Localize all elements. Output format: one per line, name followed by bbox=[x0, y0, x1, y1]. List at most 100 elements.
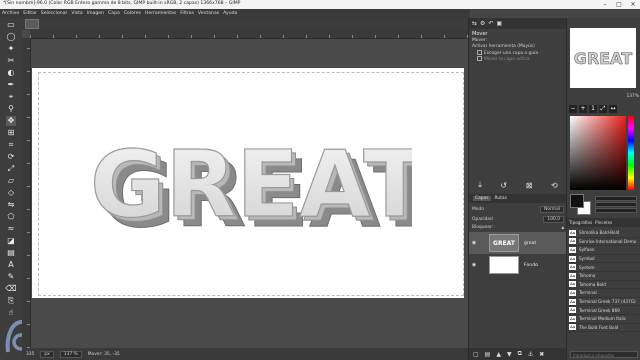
scale-icon[interactable]: ⤢ bbox=[6, 164, 16, 174]
hue-slider[interactable] bbox=[628, 116, 634, 190]
scissors-select-icon[interactable]: ✂ bbox=[6, 56, 16, 66]
paintbrush-icon[interactable]: ✎ bbox=[6, 272, 16, 282]
font-preview-icon: Aa bbox=[569, 264, 576, 271]
shear-icon[interactable]: ▱ bbox=[6, 176, 16, 186]
anchor-layer-icon[interactable]: ⚓ bbox=[528, 351, 533, 358]
font-tag-input[interactable]: introduzca etiquetas bbox=[570, 351, 638, 358]
visibility-eye-icon[interactable]: ◉ bbox=[469, 240, 479, 246]
unit-select[interactable]: px bbox=[40, 350, 54, 358]
font-item[interactable]: Aa Terminal bbox=[567, 289, 640, 298]
minimize-button[interactable]: – bbox=[598, 0, 612, 9]
undo-history-tab-icon[interactable]: ↶ bbox=[488, 20, 493, 27]
move-tool-icon[interactable]: ✥ bbox=[6, 116, 16, 126]
menu-imagen[interactable]: Imagen bbox=[87, 9, 104, 18]
zoom-select[interactable]: 137 % bbox=[59, 350, 82, 358]
reset-options-icon[interactable]: ⟲ bbox=[551, 181, 558, 190]
font-item[interactable]: Aa The Bold Font Bold bbox=[567, 324, 640, 333]
fit-width-icon[interactable]: ↔ bbox=[609, 104, 617, 113]
menu-archivo[interactable]: Archivo bbox=[2, 9, 19, 18]
eraser-icon[interactable]: ⌫ bbox=[5, 284, 16, 294]
color-picker-area[interactable] bbox=[570, 116, 626, 190]
font-item[interactable]: Aa Tahoma Bold bbox=[567, 281, 640, 290]
font-item[interactable]: Aa Terminal Greek 737 (437G) bbox=[567, 298, 640, 307]
layer-row-fondo[interactable]: ◉ Fondo bbox=[469, 254, 567, 276]
crop-icon[interactable]: ⌗ bbox=[6, 140, 16, 150]
menu-herramientas[interactable]: Herramientas bbox=[145, 9, 176, 18]
maximize-button[interactable]: □ bbox=[612, 0, 626, 9]
bucket-fill-icon[interactable]: ◪ bbox=[6, 236, 16, 246]
text-tool-icon[interactable]: A bbox=[6, 260, 16, 270]
zoom-fit-icon[interactable]: ⤢ bbox=[599, 104, 607, 113]
delete-options-icon[interactable]: ⊠ bbox=[526, 181, 533, 190]
device-status-tab-icon[interactable]: ⚙ bbox=[480, 20, 485, 27]
font-item[interactable]: Aa Shmolika Bold-Bold bbox=[567, 229, 640, 238]
lasso-select-icon[interactable]: ◯ bbox=[6, 32, 16, 42]
raise-layer-icon[interactable]: ▲ bbox=[496, 351, 501, 358]
tab-paths[interactable]: Rutas bbox=[495, 196, 507, 201]
new-layer-icon[interactable]: ▢ bbox=[473, 351, 479, 358]
font-item[interactable]: Aa Terminal Greek 869 bbox=[567, 306, 640, 315]
horizontal-ruler[interactable] bbox=[30, 30, 468, 39]
visibility-eye-icon[interactable]: ◉ bbox=[469, 262, 479, 268]
lock-icon[interactable]: 🔒︎ bbox=[562, 225, 564, 231]
tab-fonts[interactable]: Tipografías bbox=[569, 220, 592, 225]
perspective-icon[interactable]: ◇ bbox=[6, 188, 16, 198]
close-button[interactable]: ✕ bbox=[626, 0, 640, 9]
font-item[interactable]: Aa Sylfaen bbox=[567, 246, 640, 255]
menu-capa[interactable]: Capa bbox=[108, 9, 120, 18]
save-options-icon[interactable]: ⤓ bbox=[478, 180, 482, 190]
zoom-out-icon[interactable]: − bbox=[569, 104, 577, 113]
opacity-field[interactable]: 100,0 bbox=[543, 216, 564, 223]
move-active-option[interactable]: Mover la capa activa bbox=[477, 56, 530, 62]
radio-pick-icon[interactable] bbox=[477, 50, 482, 55]
duplicate-layer-icon[interactable]: ⧉ bbox=[518, 350, 522, 358]
foreground-color-swatch[interactable] bbox=[570, 194, 584, 208]
clone-icon[interactable]: ⎘ bbox=[6, 296, 16, 306]
warp-icon[interactable]: ≈ bbox=[6, 224, 16, 234]
menu-ayuda[interactable]: Ayuda bbox=[223, 9, 237, 18]
color-picker-icon[interactable]: ⌖ bbox=[6, 92, 16, 102]
fuzzy-select-icon[interactable]: ✦ bbox=[6, 44, 16, 54]
tab-brushes[interactable]: Pinceles bbox=[595, 220, 612, 225]
flip-icon[interactable]: ⇋ bbox=[6, 200, 16, 210]
align-icon[interactable]: ⊞ bbox=[6, 128, 16, 138]
images-tab-icon[interactable]: ▣ bbox=[496, 20, 502, 27]
radio-active-icon[interactable] bbox=[477, 56, 482, 61]
delete-layer-icon[interactable]: ✖ bbox=[539, 351, 544, 358]
navigator-preview[interactable]: GREAT bbox=[570, 28, 636, 88]
font-item[interactable]: Aa System bbox=[567, 263, 640, 272]
zoom-in-icon[interactable]: + bbox=[579, 104, 587, 113]
font-item[interactable]: Aa Sonrise International Demo bbox=[567, 238, 640, 247]
fg-bg-colors[interactable] bbox=[570, 194, 591, 215]
rect-select-icon[interactable]: ▭ bbox=[6, 20, 16, 30]
tab-layers[interactable]: Capas bbox=[473, 196, 491, 201]
color-slider-3[interactable] bbox=[595, 208, 637, 213]
new-group-icon[interactable]: ▤ bbox=[485, 351, 491, 358]
layer-row-great[interactable]: ◉ GREAT great bbox=[469, 232, 567, 254]
rotate-icon[interactable]: ⟳ bbox=[6, 152, 16, 162]
menu-colores[interactable]: Colores bbox=[124, 9, 141, 18]
paths-icon[interactable]: ✒ bbox=[6, 80, 16, 90]
restore-options-icon[interactable]: ↺ bbox=[500, 181, 507, 190]
zoom-icon[interactable]: ⚲ bbox=[6, 104, 16, 114]
cage-icon[interactable]: ⬠ bbox=[6, 212, 16, 222]
menu-filtros[interactable]: Filtros bbox=[180, 9, 194, 18]
zoom-one-icon[interactable]: 1 bbox=[589, 104, 597, 113]
color-slider-2[interactable] bbox=[595, 202, 637, 207]
mode-select[interactable]: Normal bbox=[540, 206, 564, 213]
foreground-select-icon[interactable]: ◐ bbox=[6, 68, 16, 78]
menu-editar[interactable]: Editar bbox=[23, 9, 37, 18]
font-item[interactable]: Aa Tahoma bbox=[567, 272, 640, 281]
font-item[interactable]: Aa Terminal Medium Italic bbox=[567, 315, 640, 324]
vertical-ruler[interactable] bbox=[22, 38, 31, 348]
menu-ventanas[interactable]: Ventanas bbox=[198, 9, 219, 18]
font-item[interactable]: Aa Symbol bbox=[567, 255, 640, 264]
activate-tool-toggle[interactable]: Activar herramienta (Mayús) bbox=[472, 44, 535, 49]
color-slider-1[interactable] bbox=[595, 196, 637, 201]
image-tab[interactable] bbox=[25, 19, 39, 29]
tool-options-tab-icon[interactable]: ⇆ bbox=[472, 20, 477, 27]
menu-vista[interactable]: Vista bbox=[71, 9, 82, 18]
lower-layer-icon[interactable]: ▼ bbox=[507, 351, 512, 358]
menu-seleccionar[interactable]: Seleccionar bbox=[41, 9, 68, 18]
gradient-icon[interactable]: ▤ bbox=[6, 248, 16, 258]
